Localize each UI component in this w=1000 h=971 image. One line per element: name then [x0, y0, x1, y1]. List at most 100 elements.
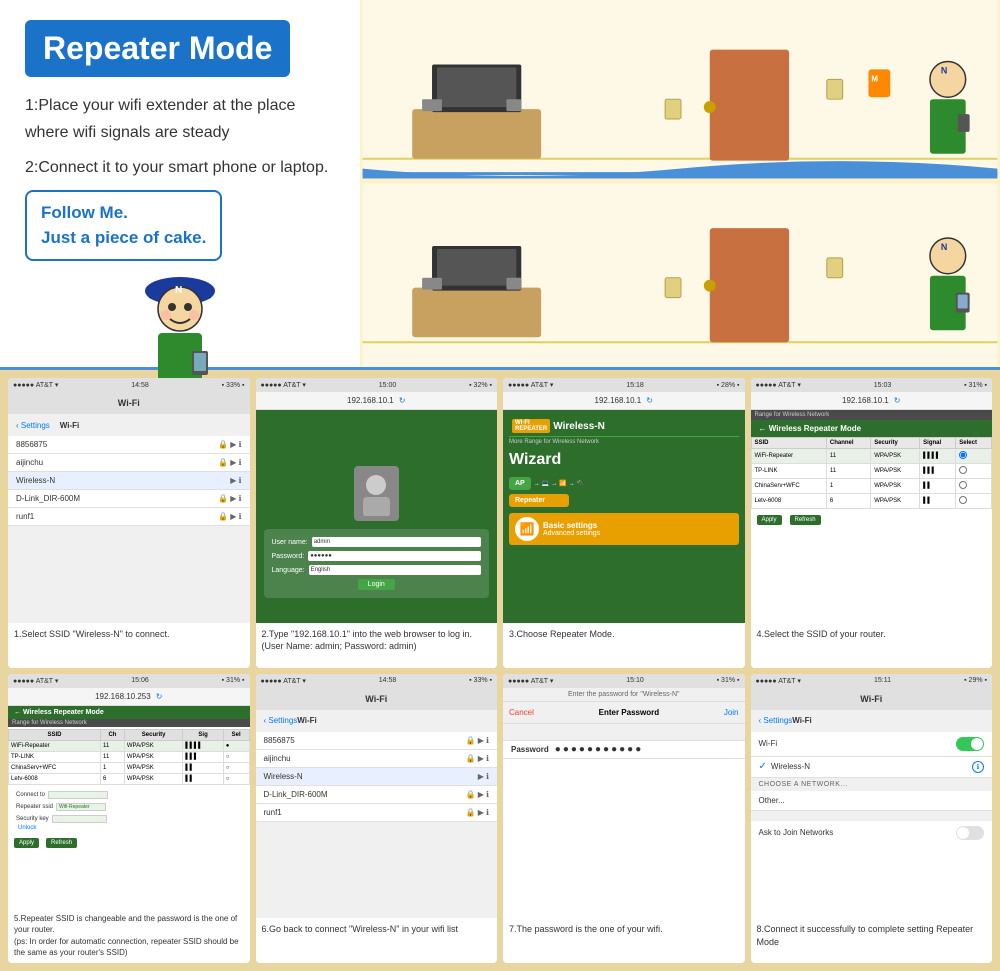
wifi-nav-1: ‹ Settings Wi-Fi: [8, 414, 250, 436]
top-section: Repeater Mode 1:Place your wifi extender…: [0, 0, 1000, 370]
status-bar-4: ●●●●● AT&T ▾ 15:03 ▪ 31% ▪: [751, 378, 993, 392]
wifi-subtitle: More Range for Wireless Network: [509, 437, 739, 447]
follow-me-box: Follow Me.Just a piece of cake.: [25, 190, 222, 261]
ask-join-row: Ask to Join Networks: [751, 821, 993, 845]
caption-2: 2.Type "192.168.10.1" into the web brows…: [256, 623, 498, 668]
ap-button[interactable]: AP: [509, 477, 531, 490]
login-screen: User name: admin Password: ●●●●●● Langua…: [256, 410, 498, 623]
wifi-header-6: Wi-Fi: [256, 688, 498, 710]
wifi-item-dlink[interactable]: D-Link_DIR-600M 🔒▶ℹ: [8, 490, 250, 508]
wifi-item-8856875[interactable]: 8856875 🔒▶ℹ: [8, 436, 250, 454]
wifi-6-runf1[interactable]: runf1 🔒▶ℹ: [256, 804, 498, 822]
caption-6: 6.Go back to connect "Wireless-N" in you…: [256, 918, 498, 963]
unlock-link[interactable]: Unlock: [18, 825, 36, 831]
rcs-row-3[interactable]: ChinaServ+WFC1WPA/PSK▌▌○: [9, 762, 250, 773]
screen-2: ●●●●● AT&T ▾ 15:00 ▪ 32% ▪ 192.168.10.1 …: [256, 378, 498, 623]
step1-text: 1:Place your wifi extender at the place …: [25, 92, 335, 146]
basic-settings-btn[interactable]: Basic settings: [543, 521, 600, 530]
wifi-6-8856875[interactable]: 8856875 🔒▶ℹ: [256, 732, 498, 750]
status-bar-2: ●●●●● AT&T ▾ 15:00 ▪ 32% ▪: [256, 378, 498, 392]
repeater-ssid-input[interactable]: Wifi-Repeater: [56, 803, 106, 811]
refresh-button-4[interactable]: Refresh: [790, 515, 821, 525]
screen-7: ●●●●● AT&T ▾ 15:10 ▪ 31% ▪ Enter the pas…: [503, 674, 745, 919]
screen-6: ●●●●● AT&T ▾ 14:58 ▪ 33% ▪ Wi-Fi ‹ Setti…: [256, 674, 498, 919]
wifi-icon-box: 📶 Basic settings Advanced settings: [509, 513, 739, 545]
svg-text:N: N: [941, 65, 947, 75]
rcs-row-4[interactable]: Letv-60086WPA/PSK▌▌○: [9, 773, 250, 784]
wifi-item-runf1[interactable]: runf1 🔒▶ℹ: [8, 508, 250, 526]
ask-join-toggle[interactable]: [956, 826, 984, 840]
screenshots-row-1: ●●●●● AT&T ▾ 14:58 ▪ 33% ▪ Wi-Fi ‹ Setti…: [8, 378, 992, 668]
top-left: Repeater Mode 1:Place your wifi extender…: [0, 0, 360, 367]
top-right: M N N: [360, 0, 1000, 367]
battery-1: ▪ 33% ▪: [222, 382, 245, 389]
wifi-connected: Wi-Fi ✓ Wireless-N ℹ CHOOSE A NETWORK...…: [751, 732, 993, 919]
wifi-6-wireless-n[interactable]: Wireless-N ▶ℹ: [256, 768, 498, 786]
repeater-button[interactable]: Repeater: [509, 494, 569, 507]
ssid-row-tp-link[interactable]: TP-LINK 11 WPA/PSK ▌▌▌: [751, 464, 992, 479]
wifi-item-aijinchu[interactable]: aijinchu 🔒▶ℹ: [8, 454, 250, 472]
apply-button-5[interactable]: Apply: [14, 838, 39, 848]
pwd-prompt: Enter the password for "Wireless-N": [503, 688, 745, 702]
repeater-config: ← Wireless Repeater Mode Range for Wirel…: [8, 706, 250, 909]
screen-5: ●●●●● AT&T ▾ 15:06 ▪ 31% ▪ 192.168.10.25…: [8, 674, 250, 909]
signal-status: ●●●●● AT&T ▾: [13, 381, 58, 389]
caption-5: 5.Repeater SSID is changeable and the pa…: [8, 908, 250, 963]
page-title: Repeater Mode: [43, 30, 272, 67]
other-network-item[interactable]: Other...: [751, 791, 993, 811]
wifi-header-1: Wi-Fi: [8, 392, 250, 414]
status-bar-8: ●●●●● AT&T ▾ 15:11 ▪ 29% ▪: [751, 674, 993, 688]
wireless-n-connected[interactable]: ✓ Wireless-N ℹ: [751, 757, 993, 778]
login-form: User name: admin Password: ●●●●●● Langua…: [264, 529, 490, 598]
status-bar-5: ●●●●● AT&T ▾ 15:06 ▪ 31% ▪: [8, 674, 250, 688]
screen-3-block: ●●●●● AT&T ▾ 15:18 ▪ 28% ▪ 192.168.10.1 …: [503, 378, 745, 668]
wifi-6-aijinchu[interactable]: aijinchu 🔒▶ℹ: [256, 750, 498, 768]
ssid-row-letv[interactable]: Letv-6008 6 WPA/PSK ▌▌: [751, 494, 992, 509]
rcs-row-1[interactable]: WiFi-Repeater11WPA/PSK▌▌▌▌●: [9, 740, 250, 751]
rcs-row-2[interactable]: TP-LINK11WPA/PSK▌▌▌○: [9, 751, 250, 762]
follow-me-area: Follow Me.Just a piece of cake.: [25, 190, 335, 391]
ssid-top-bar: Range for Wireless Network: [751, 410, 993, 420]
address-bar-5[interactable]: 192.168.10.253 ↻: [8, 688, 250, 706]
screen-2-block: ●●●●● AT&T ▾ 15:00 ▪ 32% ▪ 192.168.10.1 …: [256, 378, 498, 668]
router-icon: 🔌: [577, 480, 584, 487]
screen-5-block: ●●●●● AT&T ▾ 15:06 ▪ 31% ▪ 192.168.10.25…: [8, 674, 250, 964]
step2-text: 2:Connect it to your smart phone or lapt…: [25, 154, 335, 181]
status-bar-7: ●●●●● AT&T ▾ 15:10 ▪ 31% ▪: [503, 674, 745, 688]
security-key-input[interactable]: [52, 815, 107, 823]
wifi-6-dlink[interactable]: D-Link_DIR-600M 🔒▶ℹ: [256, 786, 498, 804]
wifi-toggle[interactable]: [956, 737, 984, 751]
follow-me-text: Follow Me.Just a piece of cake.: [41, 203, 206, 248]
caption-4: 4.Select the SSID of your router.: [751, 623, 993, 668]
status-bar-1: ●●●●● AT&T ▾ 14:58 ▪ 33% ▪: [8, 378, 250, 392]
wifi-item-wireless-n[interactable]: Wireless-N ▶ℹ: [8, 472, 250, 490]
ssid-row-wifi-repeater[interactable]: WiFi-Repeater 11 WPA/PSK ▌▌▌▌: [751, 449, 992, 464]
cancel-button[interactable]: Cancel: [509, 708, 534, 717]
rcs-table: SSIDChSecuritySigSel WiFi-Repeater11WPA/…: [8, 729, 250, 785]
screen-3: ●●●●● AT&T ▾ 15:18 ▪ 28% ▪ 192.168.10.1 …: [503, 378, 745, 623]
svg-text:N: N: [941, 242, 947, 252]
join-button[interactable]: Join: [724, 708, 739, 717]
main-container: Repeater Mode 1:Place your wifi extender…: [0, 0, 1000, 971]
ssid-table: SSID Channel Security Signal Select WiFi…: [751, 437, 993, 509]
address-bar-3[interactable]: 192.168.10.1 ↻: [503, 392, 745, 410]
apply-button-4[interactable]: Apply: [757, 515, 782, 525]
address-bar-4[interactable]: 192.168.10.1 ↻: [751, 392, 993, 410]
title-box: Repeater Mode: [25, 20, 290, 77]
wifi-nav-8: ‹ Settings Wi-Fi: [751, 710, 993, 732]
advanced-settings-btn[interactable]: Advanced settings: [543, 530, 600, 537]
ssid-header: ← Wireless Repeater Mode: [751, 420, 993, 437]
screen-7-block: ●●●●● AT&T ▾ 15:10 ▪ 31% ▪ Enter the pas…: [503, 674, 745, 964]
connect-to-input[interactable]: [48, 791, 108, 799]
wifi-nav-6: ‹ Settings Wi-Fi: [256, 710, 498, 732]
ssid-row-china[interactable]: ChinaServ+WFC 1 WPA/PSK ▌▌: [751, 479, 992, 494]
login-button[interactable]: Login: [358, 579, 395, 590]
wifi-toggle-label: Wi-Fi: [759, 739, 778, 748]
address-bar-2[interactable]: 192.168.10.1 ↻: [256, 392, 498, 410]
info-icon-8[interactable]: ℹ: [972, 761, 984, 773]
refresh-button-5[interactable]: Refresh: [46, 838, 77, 848]
screen-8: ●●●●● AT&T ▾ 15:11 ▪ 29% ▪ Wi-Fi ‹ Setti…: [751, 674, 993, 919]
svg-text:N: N: [175, 285, 182, 296]
caption-3: 3.Choose Repeater Mode.: [503, 623, 745, 668]
enter-pwd-title: Enter Password: [599, 708, 659, 717]
